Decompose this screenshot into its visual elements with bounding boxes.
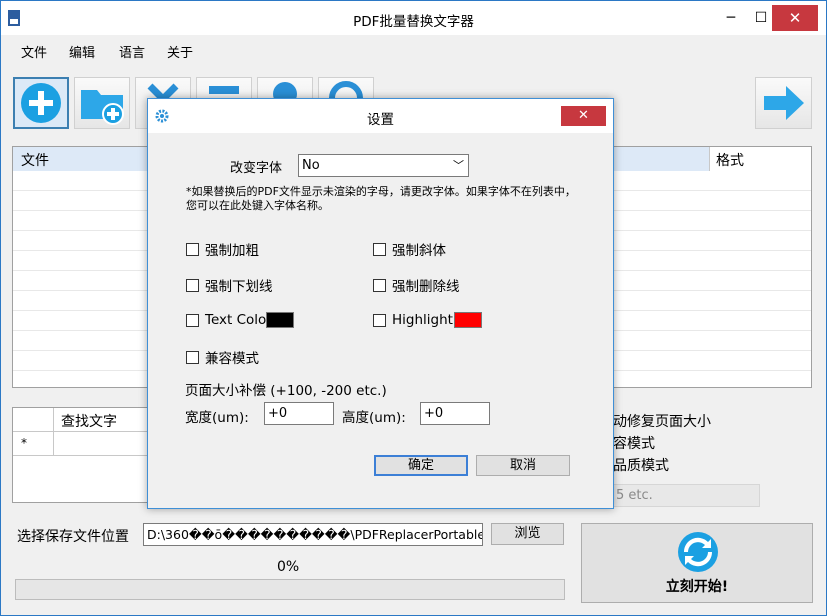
dialog-title-bar: 设置 ✕ [148, 99, 613, 133]
auto-fix-page-size-label: 动修复页面大小 [613, 414, 711, 430]
text-color-checkbox[interactable]: Text Colo [186, 312, 295, 328]
browse-button[interactable]: 浏览 [491, 523, 564, 545]
close-button[interactable]: ✕ [772, 5, 818, 31]
underline-label: 强制下划线 [205, 279, 273, 295]
arrow-right-icon [764, 86, 804, 120]
compat-mode-label: 容模式 [613, 436, 655, 452]
add-folder-button[interactable] [74, 77, 130, 129]
bold-checkbox[interactable]: 强制加粗 [186, 239, 259, 259]
quality-mode-label: 品质模式 [613, 458, 669, 474]
progress-bar [15, 579, 565, 600]
cancel-button[interactable]: 取消 [476, 455, 570, 476]
checkbox-box [186, 313, 199, 327]
text-color-label: Text Colo [205, 312, 267, 328]
add-folder-icon [81, 90, 124, 125]
checkbox-box [373, 278, 386, 292]
highlight-checkbox[interactable]: Highlight [373, 312, 482, 328]
dialog-title: 设置 [367, 112, 394, 128]
column-file: 文件 [21, 153, 49, 169]
menu-about[interactable]: 关于 [167, 42, 193, 61]
highlight-label: Highlight [392, 312, 453, 328]
next-button[interactable] [755, 77, 812, 129]
page-size-label: 页面大小补偿 (+100, -200 etc.) [185, 383, 387, 399]
add-file-button[interactable] [13, 77, 69, 129]
checkbox-box [373, 242, 386, 256]
start-button[interactable]: 立刻开始! [581, 523, 813, 603]
refresh-icon [678, 532, 718, 572]
width-label: 宽度(um): [185, 410, 249, 426]
italic-label: 强制斜体 [392, 243, 446, 259]
add-file-icon [21, 83, 61, 123]
bold-label: 强制加粗 [205, 243, 259, 259]
menu-language[interactable]: 语言 [119, 42, 145, 61]
settings-dialog: 设置 ✕ 改变字体 No ﹀ *如果替换后的PDF文件显示未渲染的字母，请更改字… [147, 98, 614, 509]
checkbox-box [373, 313, 386, 327]
compat-mode-label: 兼容模式 [205, 351, 259, 367]
checkbox-box [186, 350, 199, 364]
ok-button[interactable]: 确定 [374, 455, 468, 476]
table-row[interactable]: * [13, 432, 151, 456]
checkbox-box [186, 242, 199, 256]
checkbox-box [186, 278, 199, 292]
page-size-input[interactable]: 5 etc. [613, 484, 760, 507]
dialog-close-button[interactable]: ✕ [561, 106, 606, 126]
title-bar: PDF批量替换文字器 ─ ☐ ✕ [1, 1, 826, 35]
width-input[interactable]: +0 [264, 402, 334, 425]
minimize-button[interactable]: ─ [716, 5, 746, 31]
save-location-label: 选择保存文件位置 [17, 529, 129, 545]
text-color-swatch[interactable] [266, 312, 295, 328]
font-select[interactable]: No ﹀ [298, 154, 469, 177]
font-note: *如果替换后的PDF文件显示未渲染的字母，请更改字体。如果字体不在列表中，您可以… [186, 185, 576, 212]
new-row-marker: * [21, 436, 27, 450]
underline-checkbox[interactable]: 强制下划线 [186, 275, 273, 295]
find-header: 查找文字 [13, 408, 151, 432]
italic-checkbox[interactable]: 强制斜体 [373, 239, 446, 259]
menu-file[interactable]: 文件 [21, 42, 47, 61]
window-title: PDF批量替换文字器 [353, 14, 474, 30]
column-format: 格式 [709, 147, 811, 171]
column-find-text: 查找文字 [61, 414, 117, 430]
menu-edit[interactable]: 编辑 [69, 42, 95, 61]
progress-text: 0% [277, 559, 300, 575]
height-input[interactable]: +0 [420, 402, 490, 425]
menu-bar: 文件 编辑 语言 关于 [1, 35, 826, 63]
strikethrough-checkbox[interactable]: 强制删除线 [373, 275, 460, 295]
font-select-value: No [302, 158, 320, 173]
highlight-color-swatch[interactable] [453, 312, 482, 328]
start-label: 立刻开始! [665, 579, 729, 595]
change-font-label: 改变字体 [230, 161, 283, 176]
compat-mode-checkbox[interactable]: 兼容模式 [186, 347, 259, 367]
strikethrough-label: 强制删除线 [392, 279, 460, 295]
save-path-input[interactable]: D:\360��ō����������\PDFReplacerPortable\… [143, 523, 483, 546]
height-label: 高度(um): [342, 410, 406, 426]
chevron-down-icon: ﹀ [453, 159, 464, 172]
find-replace-table[interactable]: 查找文字 * [12, 407, 152, 503]
